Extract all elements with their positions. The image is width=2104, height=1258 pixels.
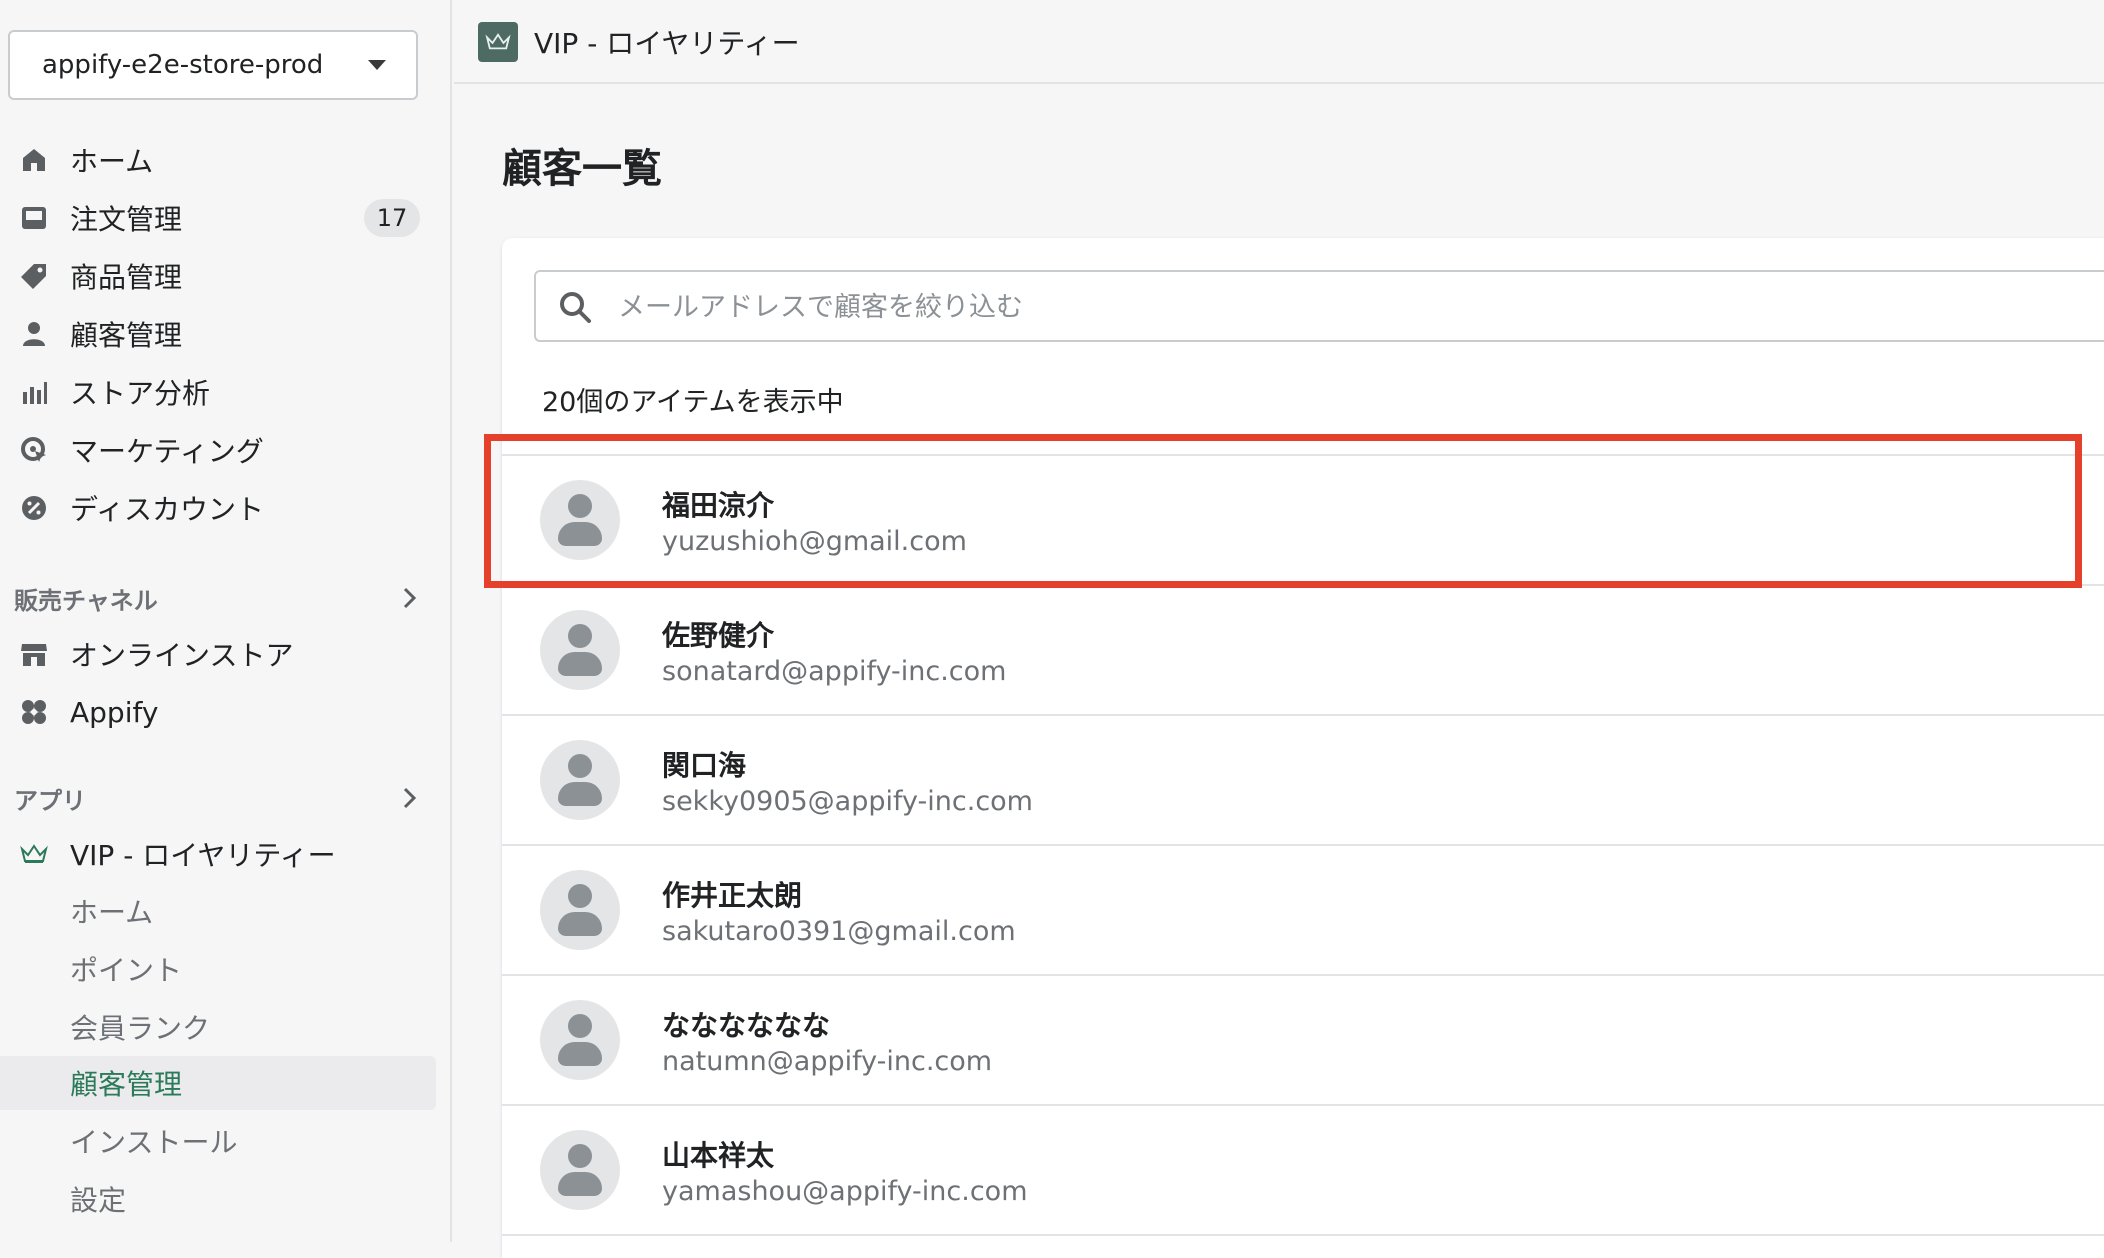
sub-item-label: 顧客管理 [70, 1068, 183, 1101]
avatar [540, 1130, 620, 1210]
avatar [540, 1000, 620, 1080]
search-box[interactable] [534, 270, 2104, 342]
sub-item-home[interactable]: ホーム [0, 884, 436, 938]
sales-channels-heading[interactable]: 販売チャネル [14, 578, 424, 618]
nav-item-customers[interactable]: 顧客管理 [0, 308, 436, 360]
caret-down-icon [368, 60, 386, 70]
avatar [540, 740, 620, 820]
nav-item-label: 注文管理 [70, 203, 183, 236]
crown-icon [478, 22, 518, 62]
home-icon [18, 146, 50, 174]
store-icon [18, 640, 50, 668]
customer-row[interactable]: 関口海 sekky0905@appify-inc.com [502, 714, 2104, 844]
nav-item-label: VIP - ロイヤリティー [70, 839, 336, 872]
avatar [540, 610, 620, 690]
customer-email: yamashou@appify-inc.com [662, 1176, 1028, 1207]
nav-item-label: マーケティング [70, 435, 264, 468]
sub-item-member-rank[interactable]: 会員ランク [0, 1000, 436, 1054]
target-icon [18, 436, 50, 464]
customer-name: 関口海 [662, 749, 747, 782]
customer-name: 佐野健介 [662, 619, 775, 652]
nav-item-label: Appify [70, 695, 159, 729]
customer-row[interactable]: なななななな natumn@appify-inc.com [502, 974, 2104, 1104]
nav-item-online-store[interactable]: オンラインストア [0, 628, 436, 680]
sub-item-customer-management[interactable]: 顧客管理 [0, 1056, 436, 1110]
apps-label: アプリ [14, 786, 86, 815]
item-count-text: 20個のアイテムを表示中 [542, 387, 844, 418]
sidebar: appify-e2e-store-prod ホーム 注文管理 17 商品管理 顧… [0, 0, 452, 1242]
sales-channels-label: 販売チャネル [14, 586, 158, 615]
store-selector[interactable]: appify-e2e-store-prod [8, 30, 418, 100]
customer-email: sakutaro0391@gmail.com [662, 916, 1016, 947]
nav-item-label: 商品管理 [70, 261, 183, 294]
customer-email: sonatard@appify-inc.com [662, 656, 1007, 687]
nav-item-label: 顧客管理 [70, 319, 183, 352]
sub-item-settings[interactable]: 設定 [0, 1172, 436, 1226]
sub-item-label: インストール [70, 1126, 238, 1159]
inbox-icon [18, 204, 50, 232]
crown-icon [18, 840, 50, 868]
nav-item-label: ストア分析 [70, 377, 211, 410]
customer-row[interactable]: 福田涼介 yuzushioh@gmail.com [502, 454, 2104, 584]
sub-item-label: ポイント [70, 954, 183, 987]
customer-row[interactable]: 山本祥太 yamashou@appify-inc.com [502, 1104, 2104, 1234]
customer-list-card: 20個のアイテムを表示中 福田涼介 yuzushioh@gmail.com 佐野… [502, 238, 2104, 1258]
nav-item-marketing[interactable]: マーケティング [0, 424, 436, 476]
orders-count-badge: 17 [364, 199, 420, 237]
nav-item-label: ホーム [70, 145, 154, 178]
store-name: appify-e2e-store-prod [42, 50, 324, 80]
nav-item-appify[interactable]: Appify [0, 686, 436, 738]
nav-item-discounts[interactable]: ディスカウント [0, 482, 436, 534]
customer-row[interactable]: 佐野健介 sonatard@appify-inc.com [502, 584, 2104, 714]
customer-email: natumn@appify-inc.com [662, 1046, 993, 1077]
sub-item-install[interactable]: インストール [0, 1114, 436, 1168]
customer-name: なななななな [662, 1009, 831, 1042]
search-input[interactable] [616, 282, 2020, 332]
nav-item-analytics[interactable]: ストア分析 [0, 366, 436, 418]
nav-item-orders[interactable]: 注文管理 17 [0, 192, 436, 244]
app-title: VIP - ロイヤリティー [534, 27, 800, 60]
bar-chart-icon [18, 378, 50, 406]
app-topbar: VIP - ロイヤリティー [454, 0, 2104, 84]
page-title: 顧客一覧 [502, 146, 662, 192]
discount-icon [18, 494, 50, 522]
customer-name: 山本祥太 [662, 1139, 775, 1172]
chevron-right-icon [402, 786, 418, 816]
nav-item-home[interactable]: ホーム [0, 134, 436, 186]
nav-item-vip-loyalty[interactable]: VIP - ロイヤリティー [0, 828, 436, 880]
tag-icon [18, 262, 50, 290]
appify-icon [18, 698, 50, 726]
avatar [540, 870, 620, 950]
nav-item-label: ディスカウント [70, 493, 265, 526]
sub-item-points[interactable]: ポイント [0, 942, 436, 996]
customer-email: sekky0905@appify-inc.com [662, 786, 1033, 817]
person-icon [18, 320, 50, 348]
sub-item-label: 会員ランク [70, 1012, 211, 1045]
customer-row[interactable] [502, 1234, 2104, 1258]
nav-item-products[interactable]: 商品管理 [0, 250, 436, 302]
avatar [540, 480, 620, 560]
customer-name: 作井正太朗 [662, 879, 803, 912]
customer-row[interactable]: 作井正太朗 sakutaro0391@gmail.com [502, 844, 2104, 974]
sub-item-label: ホーム [70, 896, 154, 929]
customer-name: 福田涼介 [662, 489, 775, 522]
apps-heading[interactable]: アプリ [14, 778, 424, 818]
customer-email: yuzushioh@gmail.com [662, 526, 967, 557]
nav-item-label: オンラインストア [70, 639, 294, 672]
chevron-right-icon [402, 586, 418, 616]
search-icon [558, 290, 594, 330]
sub-item-label: 設定 [70, 1184, 127, 1217]
